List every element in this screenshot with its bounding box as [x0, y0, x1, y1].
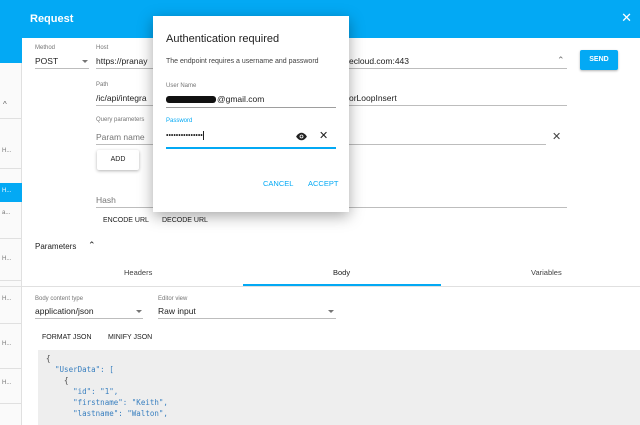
editor-view-underline — [158, 318, 336, 319]
password-value: ••••••••••••••• — [166, 132, 203, 140]
method-label: Method — [35, 45, 56, 51]
tab-headers[interactable]: Headers — [124, 268, 152, 277]
password-input[interactable]: ••••••••••••••• — [166, 131, 204, 140]
parameters-heading[interactable]: Parameters — [35, 242, 76, 251]
method-underline — [35, 68, 89, 69]
chevron-up-icon[interactable]: ⌃ — [557, 55, 565, 66]
editor-view-label: Editor view — [158, 296, 188, 302]
username-input[interactable]: @gmail.com — [166, 94, 264, 104]
text-cursor — [202, 131, 204, 140]
password-label: Password — [166, 118, 193, 124]
body-type-underline — [35, 318, 143, 319]
username-value: @gmail.com — [217, 94, 265, 104]
dialog-title: Authentication required — [166, 33, 280, 45]
add-param-button[interactable]: ADD — [97, 150, 139, 170]
password-underline — [166, 147, 336, 149]
code-line: "firstname": "Keith", — [46, 398, 168, 407]
drawer-item-label: H... — [2, 188, 12, 194]
cancel-button[interactable]: CANCEL — [263, 179, 293, 188]
drawer-item[interactable]: a... — [2, 210, 10, 216]
dialog-description: The endpoint requires a username and pas… — [166, 58, 319, 65]
decode-url-button[interactable]: DECODE URL — [162, 217, 208, 224]
history-drawer: ^ H... H... a... H... H... H... H... — [0, 38, 22, 425]
drawer-selected-header[interactable] — [0, 38, 22, 63]
dropdown-arrow-icon[interactable] — [328, 310, 334, 313]
code-line: { — [46, 376, 69, 385]
divider — [0, 368, 22, 369]
chevron-up-icon[interactable]: ^ — [3, 100, 7, 109]
format-json-button[interactable]: FORMAT JSON — [42, 334, 92, 341]
path-label: Path — [96, 82, 109, 88]
divider — [0, 238, 22, 239]
active-tab-indicator — [243, 284, 441, 286]
drawer-item[interactable]: H... — [2, 341, 11, 347]
divider — [0, 323, 22, 324]
divider — [0, 280, 22, 281]
hash-input[interactable]: Hash — [96, 195, 116, 205]
drawer-item[interactable]: H... — [2, 256, 11, 262]
path-input[interactable]: /ic/api/integra — [96, 93, 147, 103]
auth-dialog: Authentication required The endpoint req… — [153, 16, 349, 212]
accept-button[interactable]: ACCEPT — [308, 179, 338, 188]
tab-variables[interactable]: Variables — [531, 268, 562, 277]
dropdown-arrow-icon[interactable] — [136, 310, 142, 313]
path-input-tail: orLoopInsert — [349, 93, 397, 103]
host-label: Host — [96, 45, 109, 51]
code-line: "id": "1", — [46, 387, 119, 396]
eye-icon[interactable] — [295, 132, 308, 141]
body-code-editor[interactable]: { "UserData": [ { "id": "1", "firstname"… — [38, 350, 640, 425]
code-line: { — [46, 354, 51, 363]
minify-json-button[interactable]: MINIFY JSON — [108, 334, 152, 341]
redacted-mark — [166, 96, 216, 104]
body-content-type-label: Body content type — [35, 296, 84, 302]
drawer-item-selected[interactable]: H... — [0, 183, 22, 202]
drawer-item[interactable]: H... — [2, 296, 11, 302]
host-input-tail: ecloud.com:443 — [349, 56, 410, 66]
query-parameters-label: Query parameters — [96, 117, 145, 123]
divider — [0, 118, 22, 119]
page-title: Request — [30, 13, 74, 25]
code-line: "lastname": "Walton", — [46, 409, 168, 418]
param-name-input[interactable]: Param name — [96, 132, 145, 142]
divider — [0, 168, 22, 169]
dropdown-arrow-icon[interactable] — [82, 60, 88, 63]
method-select[interactable]: POST — [35, 56, 58, 66]
clear-password-icon[interactable]: ✕ — [319, 129, 328, 142]
remove-param-icon[interactable]: ✕ — [552, 130, 561, 143]
tabs-divider — [0, 286, 640, 287]
code-line: "UserData": [ — [46, 365, 114, 374]
send-button[interactable]: SEND — [580, 50, 618, 70]
editor-view-select[interactable]: Raw input — [158, 306, 196, 316]
host-input[interactable]: https://pranay — [96, 56, 148, 66]
tab-body[interactable]: Body — [333, 268, 350, 277]
divider — [0, 403, 22, 404]
chevron-up-icon[interactable]: ⌃ — [88, 240, 96, 251]
drawer-item[interactable]: H... — [2, 380, 11, 386]
close-icon[interactable]: ✕ — [621, 10, 632, 26]
drawer-item[interactable]: H... — [2, 148, 11, 154]
username-underline — [166, 107, 336, 108]
username-label: User Name — [166, 83, 197, 89]
encode-url-button[interactable]: ENCODE URL — [103, 217, 149, 224]
body-content-type-select[interactable]: application/json — [35, 306, 94, 316]
